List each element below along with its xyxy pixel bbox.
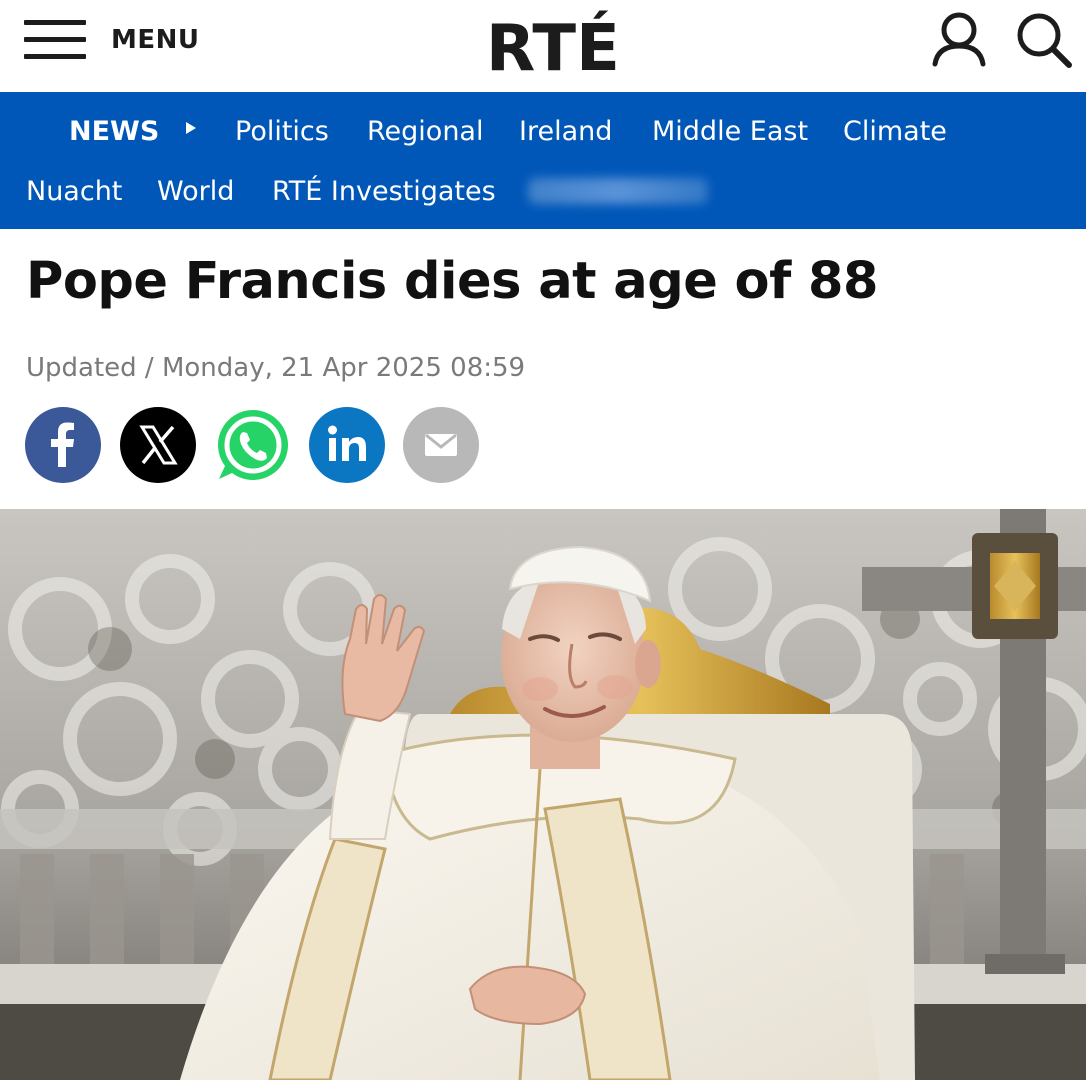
nav-item-politics[interactable]: Politics (235, 118, 329, 145)
rte-logo-text: RTÉ (486, 10, 616, 76)
nav-item-climate[interactable]: Climate (843, 118, 947, 145)
whatsapp-icon (218, 410, 288, 480)
menu-label: MENU (111, 25, 200, 55)
nav-item-rte-investigates[interactable]: RTÉ Investigates (272, 178, 496, 205)
nav-item-world[interactable]: World (157, 178, 234, 205)
nav-item-middle-east[interactable]: Middle East (652, 118, 808, 145)
nav-item-regional[interactable]: Regional (367, 118, 483, 145)
rte-logo[interactable]: RTÉ (484, 6, 616, 76)
share-email-button[interactable] (403, 407, 479, 483)
user-icon[interactable] (928, 8, 990, 70)
article-hero-image (0, 509, 1086, 1080)
article-updated-timestamp: Updated / Monday, 21 Apr 2025 08:59 (26, 353, 526, 383)
email-icon (425, 433, 457, 456)
nav-item-nuacht[interactable]: Nuacht (26, 178, 122, 205)
pope-photo (0, 509, 1086, 1080)
linkedin-icon (328, 425, 366, 461)
share-facebook-button[interactable] (25, 407, 101, 483)
facebook-icon (51, 422, 74, 467)
share-x-button[interactable] (120, 407, 196, 483)
nav-item-ireland[interactable]: Ireland (519, 118, 612, 145)
share-whatsapp-button[interactable] (215, 407, 291, 483)
article-headline: Pope Francis dies at age of 88 (26, 252, 879, 311)
site-header: MENU RTÉ (0, 0, 1086, 92)
menu-button[interactable]: MENU (24, 12, 200, 68)
nav-item-obscured[interactable] (528, 178, 708, 204)
hamburger-icon (24, 16, 86, 64)
nav-arrow-icon (186, 122, 196, 134)
x-icon (139, 425, 178, 465)
news-nav-bar (0, 92, 1086, 229)
nav-section-news[interactable]: NEWS (69, 118, 159, 145)
search-icon[interactable] (1012, 8, 1074, 70)
share-linkedin-button[interactable] (309, 407, 385, 483)
